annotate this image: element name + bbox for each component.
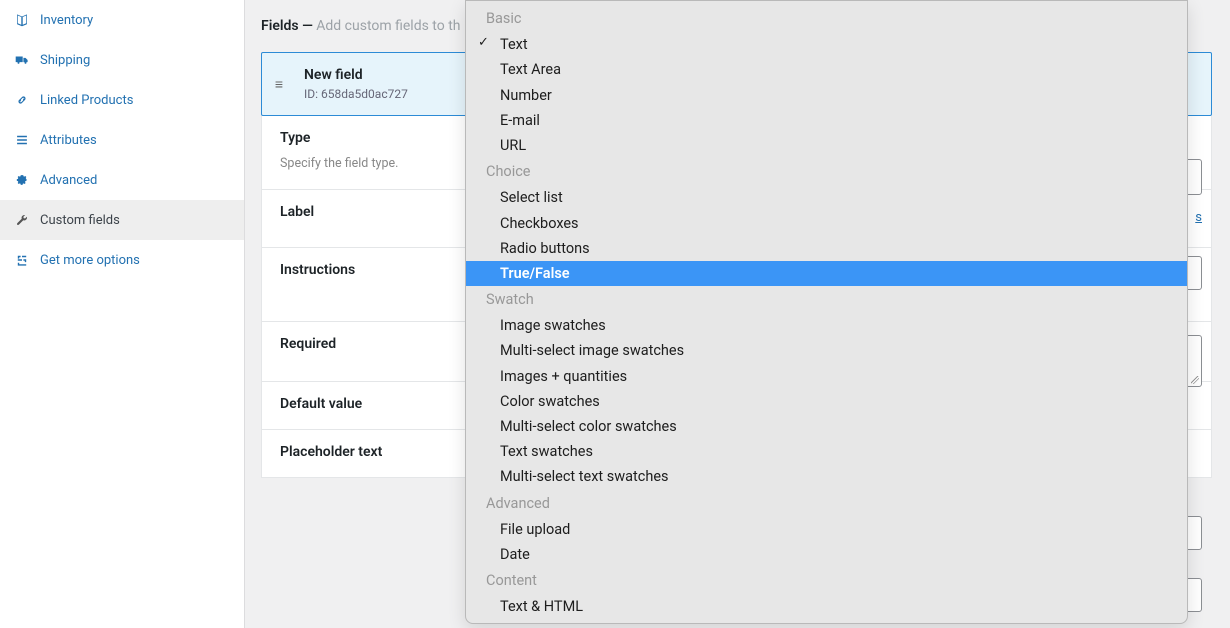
dropdown-item[interactable]: URL — [466, 133, 1187, 158]
dropdown-item[interactable]: Text swatches — [466, 439, 1187, 464]
customize-icon — [14, 252, 30, 268]
sidebar-item-inventory[interactable]: Inventory — [0, 0, 244, 40]
dropdown-item[interactable]: Color swatches — [466, 389, 1187, 414]
dropdown-group-label: Advanced — [466, 490, 1187, 517]
sidebar-item-label: Attributes — [40, 133, 97, 148]
sidebar-item-get-more-options[interactable]: Get more options — [0, 240, 244, 280]
dropdown-item[interactable]: Checkboxes — [466, 211, 1187, 236]
field-card-title: New field — [304, 67, 408, 83]
dropdown-item[interactable]: Select list — [466, 185, 1187, 210]
field-type-dropdown[interactable]: BasicTextText AreaNumberE-mailURLChoiceS… — [465, 0, 1188, 624]
sidebar-item-label: Inventory — [40, 13, 93, 28]
dropdown-item[interactable]: File upload — [466, 517, 1187, 542]
dropdown-group-label: Content — [466, 567, 1187, 594]
dropdown-item[interactable]: Multi-select text swatches — [466, 464, 1187, 489]
dropdown-item[interactable]: Text Area — [466, 57, 1187, 82]
sidebar-item-advanced[interactable]: Advanced — [0, 160, 244, 200]
dropdown-item[interactable]: Date — [466, 542, 1187, 567]
dropdown-item[interactable]: True/False — [466, 261, 1187, 286]
link-fragment[interactable]: s — [1195, 210, 1202, 225]
field-card-text: New field ID: 658da5d0ac727 — [304, 67, 408, 101]
wrench-icon — [14, 212, 30, 228]
sidebar-item-label: Custom fields — [40, 213, 120, 228]
sidebar-item-custom-fields[interactable]: Custom fields — [0, 200, 244, 240]
sidebar-item-label: Get more options — [40, 253, 140, 268]
dropdown-item[interactable]: Number — [466, 83, 1187, 108]
fields-header-title: Fields — — [261, 18, 316, 34]
dropdown-item[interactable]: Image swatches — [466, 313, 1187, 338]
dropdown-item[interactable]: Text & HTML — [466, 594, 1187, 619]
sidebar-item-label: Linked Products — [40, 93, 133, 108]
label-input[interactable] — [1186, 256, 1202, 290]
product-data-sidebar: Inventory Shipping Linked Products Attri… — [0, 0, 245, 628]
dropdown-item[interactable]: Radio buttons — [466, 236, 1187, 261]
sidebar-item-shipping[interactable]: Shipping — [0, 40, 244, 80]
drag-handle-icon[interactable]: ≡ — [272, 76, 286, 93]
dropdown-item[interactable]: Multi-select color swatches — [466, 414, 1187, 439]
dropdown-group-label: Basic — [466, 5, 1187, 32]
dropdown-group-label: Swatch — [466, 286, 1187, 313]
placeholder-input[interactable] — [1186, 578, 1202, 612]
type-select[interactable] — [1186, 159, 1202, 195]
inventory-icon — [14, 12, 30, 28]
dropdown-item[interactable]: Images + quantities — [466, 364, 1187, 389]
fields-header-subtitle: Add custom fields to th — [316, 18, 460, 34]
dropdown-item[interactable]: Image — [466, 620, 1187, 625]
sidebar-item-label: Shipping — [40, 53, 90, 68]
dropdown-item[interactable]: Text — [466, 32, 1187, 57]
dropdown-item[interactable]: Multi-select image swatches — [466, 338, 1187, 363]
field-card-id: ID: 658da5d0ac727 — [304, 87, 408, 101]
sidebar-item-linked-products[interactable]: Linked Products — [0, 80, 244, 120]
gear-icon — [14, 172, 30, 188]
dropdown-group-label: Choice — [466, 158, 1187, 185]
list-icon — [14, 132, 30, 148]
truck-icon — [14, 52, 30, 68]
sidebar-item-label: Advanced — [40, 173, 97, 188]
dropdown-item[interactable]: E-mail — [466, 108, 1187, 133]
link-icon — [14, 92, 30, 108]
sidebar-item-attributes[interactable]: Attributes — [0, 120, 244, 160]
default-value-input[interactable] — [1186, 516, 1202, 550]
